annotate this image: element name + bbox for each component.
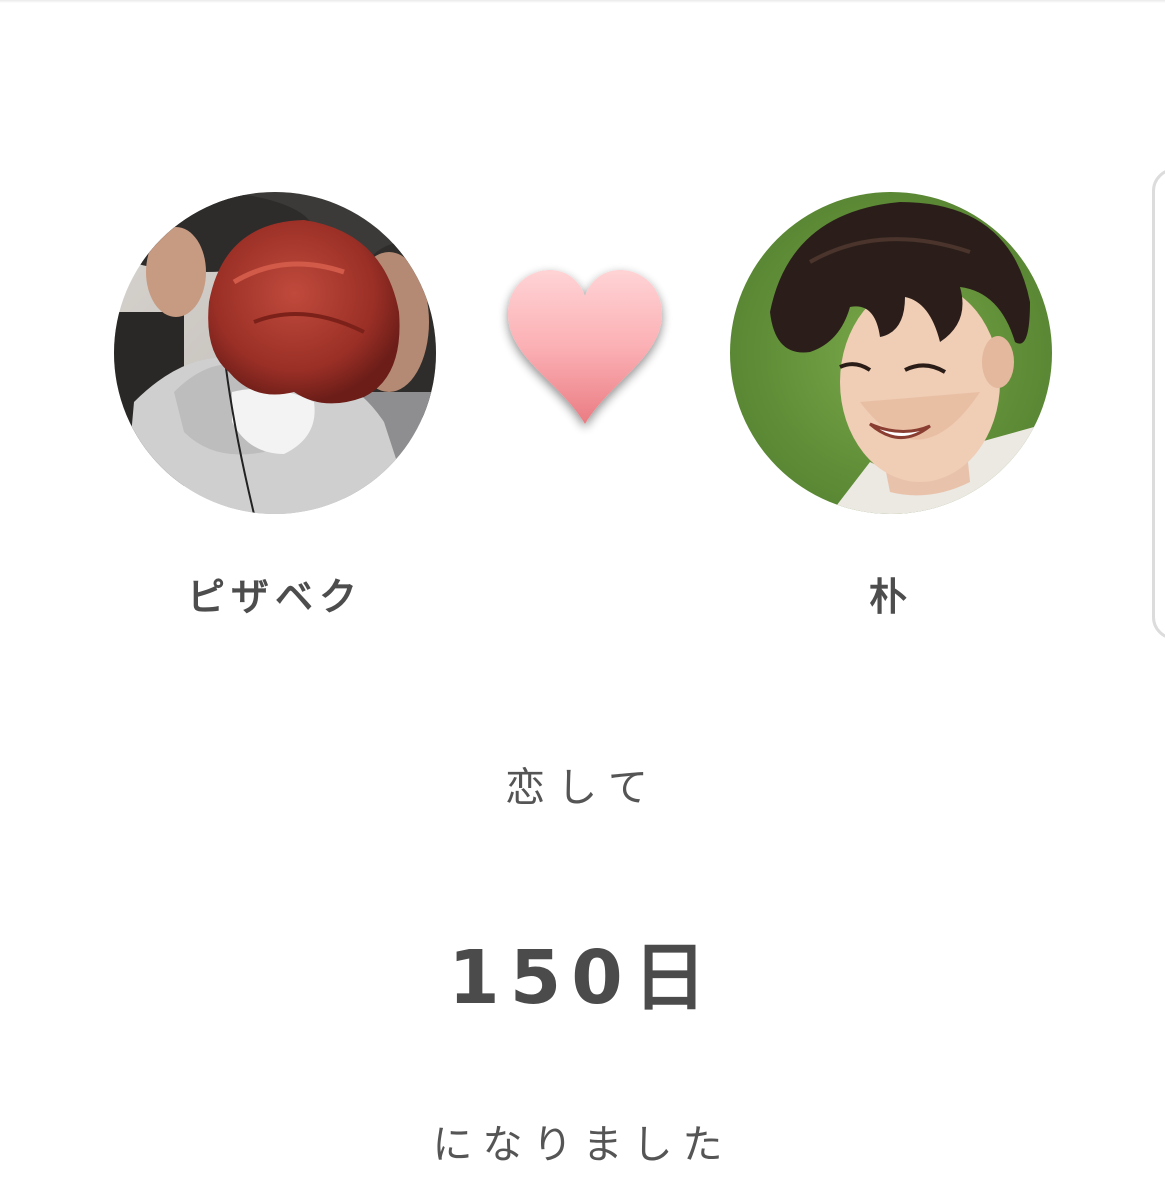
left-avatar-photo <box>114 192 436 514</box>
side-panel-edge[interactable] <box>1152 168 1165 640</box>
heart-icon <box>508 270 662 424</box>
left-partner-name: ピザベク <box>186 575 363 619</box>
counter-suffix-text: になりました <box>432 1122 733 1168</box>
day-count-value: 150日 <box>448 935 717 1021</box>
right-avatar-photo <box>730 192 1052 514</box>
counter-prefix-text: 恋して <box>505 765 660 811</box>
right-partner-avatar[interactable] <box>730 192 1052 514</box>
left-partner-avatar[interactable] <box>114 192 436 514</box>
right-partner-name: 朴 <box>868 575 913 619</box>
top-edge-divider <box>0 0 1165 3</box>
